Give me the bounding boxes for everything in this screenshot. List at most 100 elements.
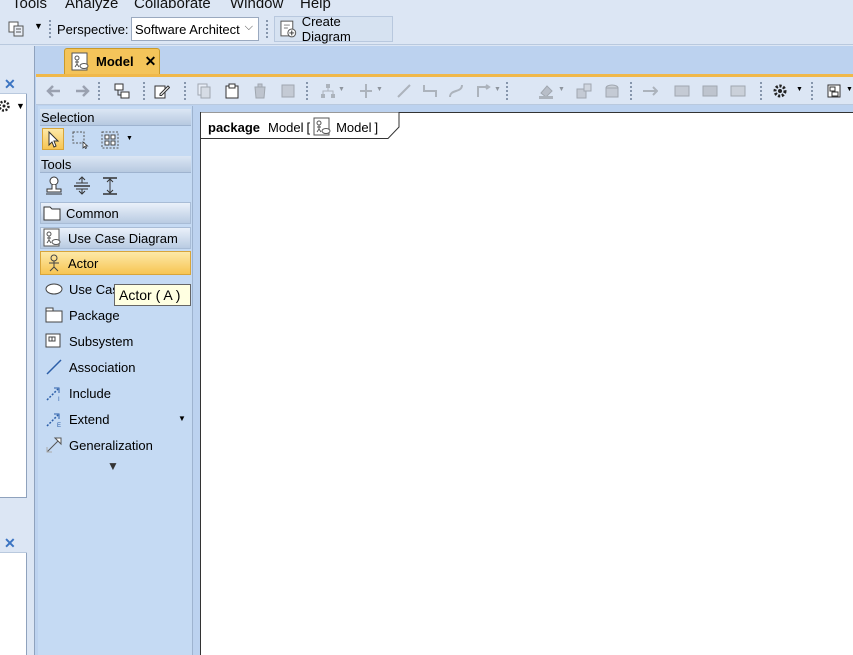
delete-icon[interactable] [252,83,268,99]
item-label: Package [69,307,120,323]
toolbar-separator [630,81,632,101]
chevron-down-icon: ⌵ [244,21,253,33]
svg-text:I: I [58,397,60,402]
subsystem-icon [45,333,61,348]
frame-name: Model [268,119,304,135]
close-icon[interactable]: ✕ [145,53,157,70]
diagram-layout-icon[interactable] [826,83,842,99]
create-diagram-button[interactable]: Create Diagram [274,14,393,44]
copy-icon[interactable] [196,83,212,99]
layout-hierarchy-icon[interactable] [320,83,336,99]
palette-group-common[interactable]: Common [40,202,191,224]
chevron-down-icon[interactable]: ▼ [846,86,853,93]
close-icon[interactable]: ✕ [4,535,16,552]
chevron-down-icon[interactable]: ▼ [494,86,501,93]
palette-item-package[interactable]: Package [40,303,191,327]
paste-style-icon[interactable] [604,83,620,99]
bezier-path-icon[interactable] [448,83,464,99]
align-icon[interactable] [358,83,374,99]
properties-panel-header: ✕ [0,535,27,553]
menu-tools[interactable]: Tools [12,0,47,12]
use-case-diagram-icon [313,117,331,136]
generalization-icon [46,437,62,453]
item-label: Generalization [69,437,153,453]
use-case-diagram-icon [43,228,61,247]
rectilinear-path-icon[interactable] [422,83,438,99]
insert-space-icon[interactable] [101,176,119,196]
item-label: Subsystem [69,333,134,349]
chevron-down-icon[interactable]: ▼ [126,135,133,142]
palette-item-generalization[interactable]: Generalization [40,433,191,457]
menu-help[interactable]: Help [300,0,331,12]
palette-tools-header[interactable]: Tools [40,156,191,173]
chevron-down-icon[interactable]: ▼ [338,86,345,93]
tooltip: Actor ( A ) [114,284,191,306]
diagram-frame-label: package Model [ Model ] [208,117,378,137]
diagram-canvas[interactable] [200,112,853,655]
fill-color-icon[interactable] [538,83,554,99]
gear-icon[interactable] [0,98,14,117]
diagram-layout-icon[interactable] [4,20,30,38]
edit-diagram-icon[interactable] [154,83,170,99]
menu-window[interactable]: Window [230,0,283,12]
copy-style-icon[interactable] [576,83,592,99]
stamp-icon[interactable] [45,176,63,196]
toolbar-separator [811,81,813,101]
paste-icon[interactable] [224,83,240,99]
close-icon[interactable]: ✕ [4,76,16,93]
palette-group-use-case-diagram[interactable]: Use Case Diagram [40,227,191,249]
create-diagram-icon [280,20,297,38]
chevron-down-icon[interactable]: ▼ [376,86,383,93]
gear-icon[interactable] [772,83,788,99]
main-toolbar: ▼ Perspective: Software Architect ⌵ Crea… [0,14,853,45]
frame-keyword: package [208,119,261,135]
chevron-down-icon[interactable]: ▼ [796,86,803,93]
diagram-toolbar: ▼ ▼ ▼ ▼ ▼ ▼ [36,77,853,105]
same-height-icon[interactable] [702,83,718,99]
containment-tree-icon[interactable] [114,83,130,99]
make-vertical-icon[interactable] [642,83,658,99]
pointer-tool[interactable] [42,128,64,150]
perspective-value: Software Architect [135,22,240,37]
toolbar-separator [98,81,100,101]
delete-from-model-icon[interactable] [280,83,296,99]
include-icon: I [46,387,60,402]
marquee-select-icon[interactable] [71,130,91,150]
svg-text:E: E [57,423,61,428]
forward-arrow-icon[interactable] [74,83,90,99]
frame-diagram-name: Model [336,119,372,135]
back-arrow-icon[interactable] [46,83,62,99]
palette-item-include[interactable]: I Include [40,381,191,405]
menu-bar: Tools Analyze Collaborate Window Help [0,0,853,14]
toolbar-separator [143,81,145,101]
same-width-icon[interactable] [674,83,690,99]
chevron-down-icon[interactable]: ▼ [558,86,565,93]
perspective-select[interactable]: Software Architect ⌵ [131,17,259,41]
folder-icon [43,206,61,221]
actor-icon [49,254,59,272]
item-label: Use Cas [69,281,119,297]
chevron-down-icon[interactable]: ▼ [178,414,186,423]
scroll-down-arrow-icon[interactable]: ▼ [107,459,119,473]
menu-collaborate[interactable]: Collaborate [134,0,211,12]
bracket-close: ] [374,119,379,135]
chevron-down-icon[interactable]: ▼ [34,21,43,31]
association-icon [46,359,62,375]
tab-model[interactable]: Model ✕ [64,48,160,74]
route-path-icon[interactable] [476,83,492,99]
same-size-icon[interactable] [730,83,746,99]
path-style-icon[interactable] [396,83,412,99]
palette-item-subsystem[interactable]: Subsystem [40,329,191,353]
containment-panel [0,76,27,498]
palette-item-association[interactable]: Association [40,355,191,379]
group-label: Use Case Diagram [68,230,178,246]
palette-item-actor[interactable]: Actor [40,251,191,275]
menu-analyze[interactable]: Analyze [65,0,118,12]
tab-label: Model [96,54,134,69]
palette-selection-header[interactable]: Selection [40,109,191,126]
item-label: Actor [68,255,99,271]
group-select-icon[interactable] [100,130,120,150]
palette-item-extend[interactable]: E Extend ▼ [40,407,191,431]
split-icon[interactable] [73,176,91,196]
chevron-down-icon[interactable]: ▼ [16,101,25,111]
